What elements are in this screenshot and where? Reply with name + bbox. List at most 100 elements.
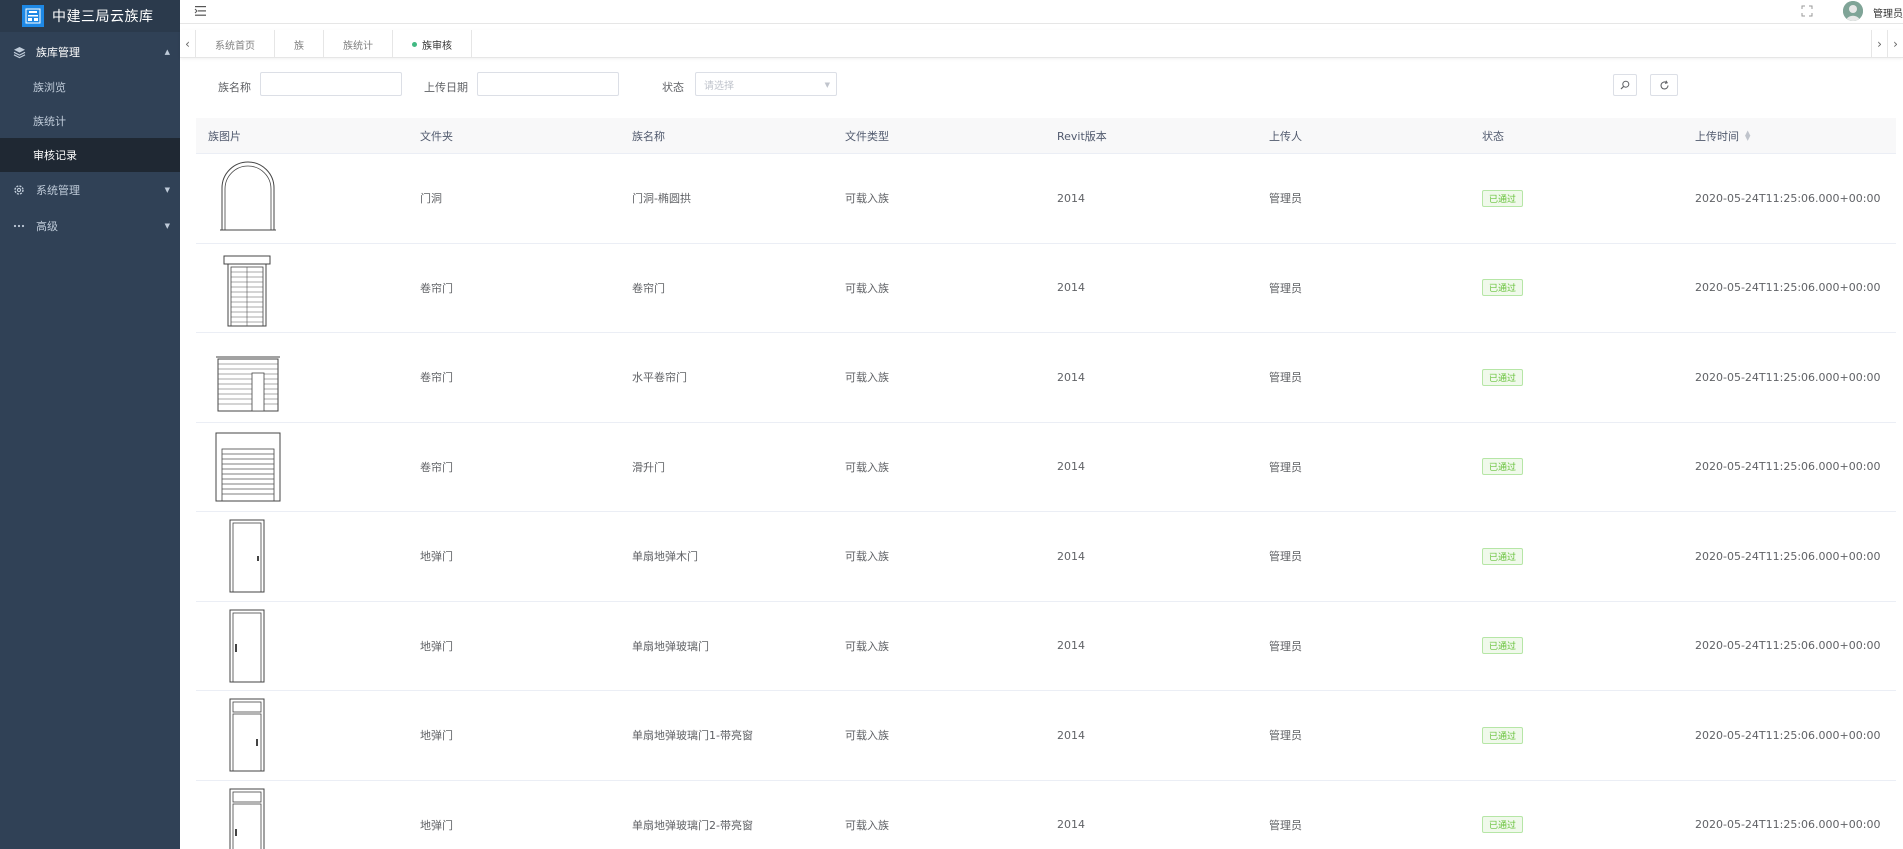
- table-row[interactable]: 地弹门 单扇地弹玻璃门1-带亮窗 可载入族 2014 管理员 已通过 2020-…: [196, 691, 1896, 781]
- time-cell: 2020-05-24T11:25:06.000+00:00: [1695, 549, 1881, 563]
- tab-family[interactable]: 族: [275, 30, 324, 58]
- revit-cell: 2014: [1057, 281, 1085, 295]
- revit-cell: 2014: [1057, 728, 1085, 742]
- scroll-left-icon[interactable]: ‹: [180, 30, 196, 58]
- status-cell: 已通过: [1470, 189, 1683, 207]
- roller-door-thumbnail[interactable]: [208, 248, 288, 328]
- folder-cell: 卷帘门: [420, 371, 453, 385]
- status-select[interactable]: 请选择 ▼: [695, 72, 837, 96]
- type-cell: 可载入族: [845, 729, 889, 743]
- sidebar-group-system[interactable]: 系统管理 ▼: [0, 172, 180, 208]
- column-header: 文件夹: [420, 129, 453, 143]
- hamburger-icon[interactable]: [194, 4, 208, 18]
- status-badge: 已通过: [1482, 637, 1524, 655]
- name-cell: 单扇地弹木门: [632, 550, 698, 564]
- sidebar-group-library[interactable]: 族库管理 ▲: [0, 34, 180, 70]
- revit-cell: 2014: [1057, 549, 1085, 563]
- status-badge: 已通过: [1482, 726, 1524, 744]
- table-row[interactable]: 卷帘门 卷帘门 可载入族 2014 管理员 已通过 2020-05-24T11:…: [196, 244, 1896, 333]
- sidebar-item-browse[interactable]: 族浏览: [0, 70, 180, 104]
- time-cell: 2020-05-24T11:25:06.000+00:00: [1695, 281, 1881, 295]
- folder-cell: 门洞: [420, 192, 442, 206]
- thumb-cell: [196, 695, 408, 775]
- gear-icon: [12, 183, 26, 197]
- single-door-thumbnail[interactable]: [208, 516, 288, 596]
- revit-cell: 2014: [1057, 370, 1085, 384]
- status-cell: 已通过: [1470, 816, 1683, 834]
- search-button[interactable]: [1613, 74, 1637, 96]
- time-cell: 2020-05-24T11:25:06.000+00:00: [1695, 818, 1881, 832]
- table-row[interactable]: 地弹门 单扇地弹玻璃门 可载入族 2014 管理员 已通过 2020-05-24…: [196, 602, 1896, 691]
- horizontal-roller-thumbnail[interactable]: [208, 337, 288, 417]
- time-cell: 2020-05-24T11:25:06.000+00:00: [1695, 191, 1881, 205]
- column-header: 上传人: [1269, 129, 1302, 143]
- name-cell: 单扇地弹玻璃门1-带亮窗: [632, 729, 753, 743]
- caret-down-icon: ▼: [164, 222, 170, 230]
- arch-door-thumbnail[interactable]: [208, 158, 288, 238]
- name-cell: 滑升门: [632, 460, 665, 474]
- refresh-button[interactable]: [1650, 74, 1678, 96]
- status-cell: 已通过: [1470, 368, 1683, 386]
- sidebar-item-label: 族浏览: [33, 81, 66, 94]
- sidebar-item-audit[interactable]: 审核记录: [0, 138, 180, 172]
- name-cell: 水平卷帘门: [632, 371, 687, 385]
- status-badge: 已通过: [1482, 189, 1524, 207]
- status-cell: 已通过: [1470, 279, 1683, 297]
- status-cell: 已通过: [1470, 726, 1683, 744]
- folder-cell: 卷帘门: [420, 460, 453, 474]
- transom-door-thumbnail[interactable]: [208, 695, 288, 775]
- scroll-right-icon[interactable]: ›: [1871, 30, 1887, 58]
- transom-door-thumbnail[interactable]: [208, 785, 288, 849]
- lift-door-thumbnail[interactable]: [208, 427, 288, 507]
- tab-home[interactable]: 系统首页: [196, 30, 275, 58]
- table-row[interactable]: 卷帘门 滑升门 可载入族 2014 管理员 已通过 2020-05-24T11:…: [196, 423, 1896, 512]
- name-cell: 单扇地弹玻璃门: [632, 639, 709, 653]
- status-cell: 已通过: [1470, 547, 1683, 565]
- tab-label: 系统首页: [215, 40, 255, 52]
- type-cell: 可载入族: [845, 192, 889, 206]
- type-cell: 可载入族: [845, 460, 889, 474]
- column-header-label: 上传时间: [1695, 129, 1739, 143]
- type-cell: 可载入族: [845, 281, 889, 295]
- table-row[interactable]: 地弹门 单扇地弹木门 可载入族 2014 管理员 已通过 2020-05-24T…: [196, 512, 1896, 602]
- user-name[interactable]: 管理员: [1873, 5, 1903, 20]
- date-input[interactable]: [477, 72, 619, 96]
- tab-family-stats[interactable]: 族统计: [324, 30, 393, 58]
- column-header: 族图片: [208, 129, 241, 143]
- close-tabs-icon[interactable]: ›: [1887, 30, 1903, 58]
- name-input[interactable]: [260, 72, 402, 96]
- audit-table: 族图片 文件夹 族名称 文件类型 Revit版本 上传人 状态 上传时间 ▲ ▼ …: [196, 118, 1896, 849]
- tab-list: 系统首页 族 族统计 族审核: [196, 30, 472, 58]
- sidebar-item-stats[interactable]: 族统计: [0, 104, 180, 138]
- sort-icon[interactable]: ▲ ▼: [1745, 129, 1750, 141]
- column-header-sortable[interactable]: 上传时间 ▲ ▼: [1683, 128, 1896, 144]
- brand[interactable]: 中建三局云族库: [0, 0, 180, 32]
- status-badge: 已通过: [1482, 816, 1524, 834]
- sidebar-item-label: 族统计: [33, 115, 66, 128]
- tab-family-audit[interactable]: 族审核: [393, 30, 472, 58]
- sidebar-group-advanced[interactable]: 高级 ▼: [0, 208, 180, 244]
- column-header: Revit版本: [1057, 129, 1107, 143]
- uploader-cell: 管理员: [1269, 192, 1302, 206]
- table-row[interactable]: 卷帘门 水平卷帘门 可载入族 2014 管理员 已通过 2020-05-24T1…: [196, 333, 1896, 423]
- uploader-cell: 管理员: [1269, 639, 1302, 653]
- sidebar-item-label: 审核记录: [33, 149, 77, 162]
- column-header: 状态: [1482, 129, 1504, 143]
- table-row[interactable]: 地弹门 单扇地弹玻璃门2-带亮窗 可载入族 2014 管理员 已通过 2020-…: [196, 781, 1896, 849]
- table-row[interactable]: 门洞 门洞-椭圆拱 可载入族 2014 管理员 已通过 2020-05-24T1…: [196, 154, 1896, 244]
- thumb-cell: [196, 516, 408, 596]
- thumb-cell: [196, 427, 408, 507]
- fullscreen-icon[interactable]: [1801, 5, 1813, 17]
- avatar[interactable]: [1843, 1, 1863, 21]
- revit-cell: 2014: [1057, 460, 1085, 474]
- revit-cell: 2014: [1057, 818, 1085, 832]
- search-icon: [1620, 80, 1630, 90]
- chevron-down-icon: ▼: [824, 81, 830, 89]
- uploader-cell: 管理员: [1269, 281, 1302, 295]
- single-glass-door-thumbnail[interactable]: [208, 606, 288, 686]
- date-label: 上传日期: [424, 81, 468, 94]
- type-cell: 可载入族: [845, 550, 889, 564]
- tab-label: 族审核: [422, 40, 452, 52]
- type-cell: 可载入族: [845, 818, 889, 832]
- thumb-cell: [196, 248, 408, 328]
